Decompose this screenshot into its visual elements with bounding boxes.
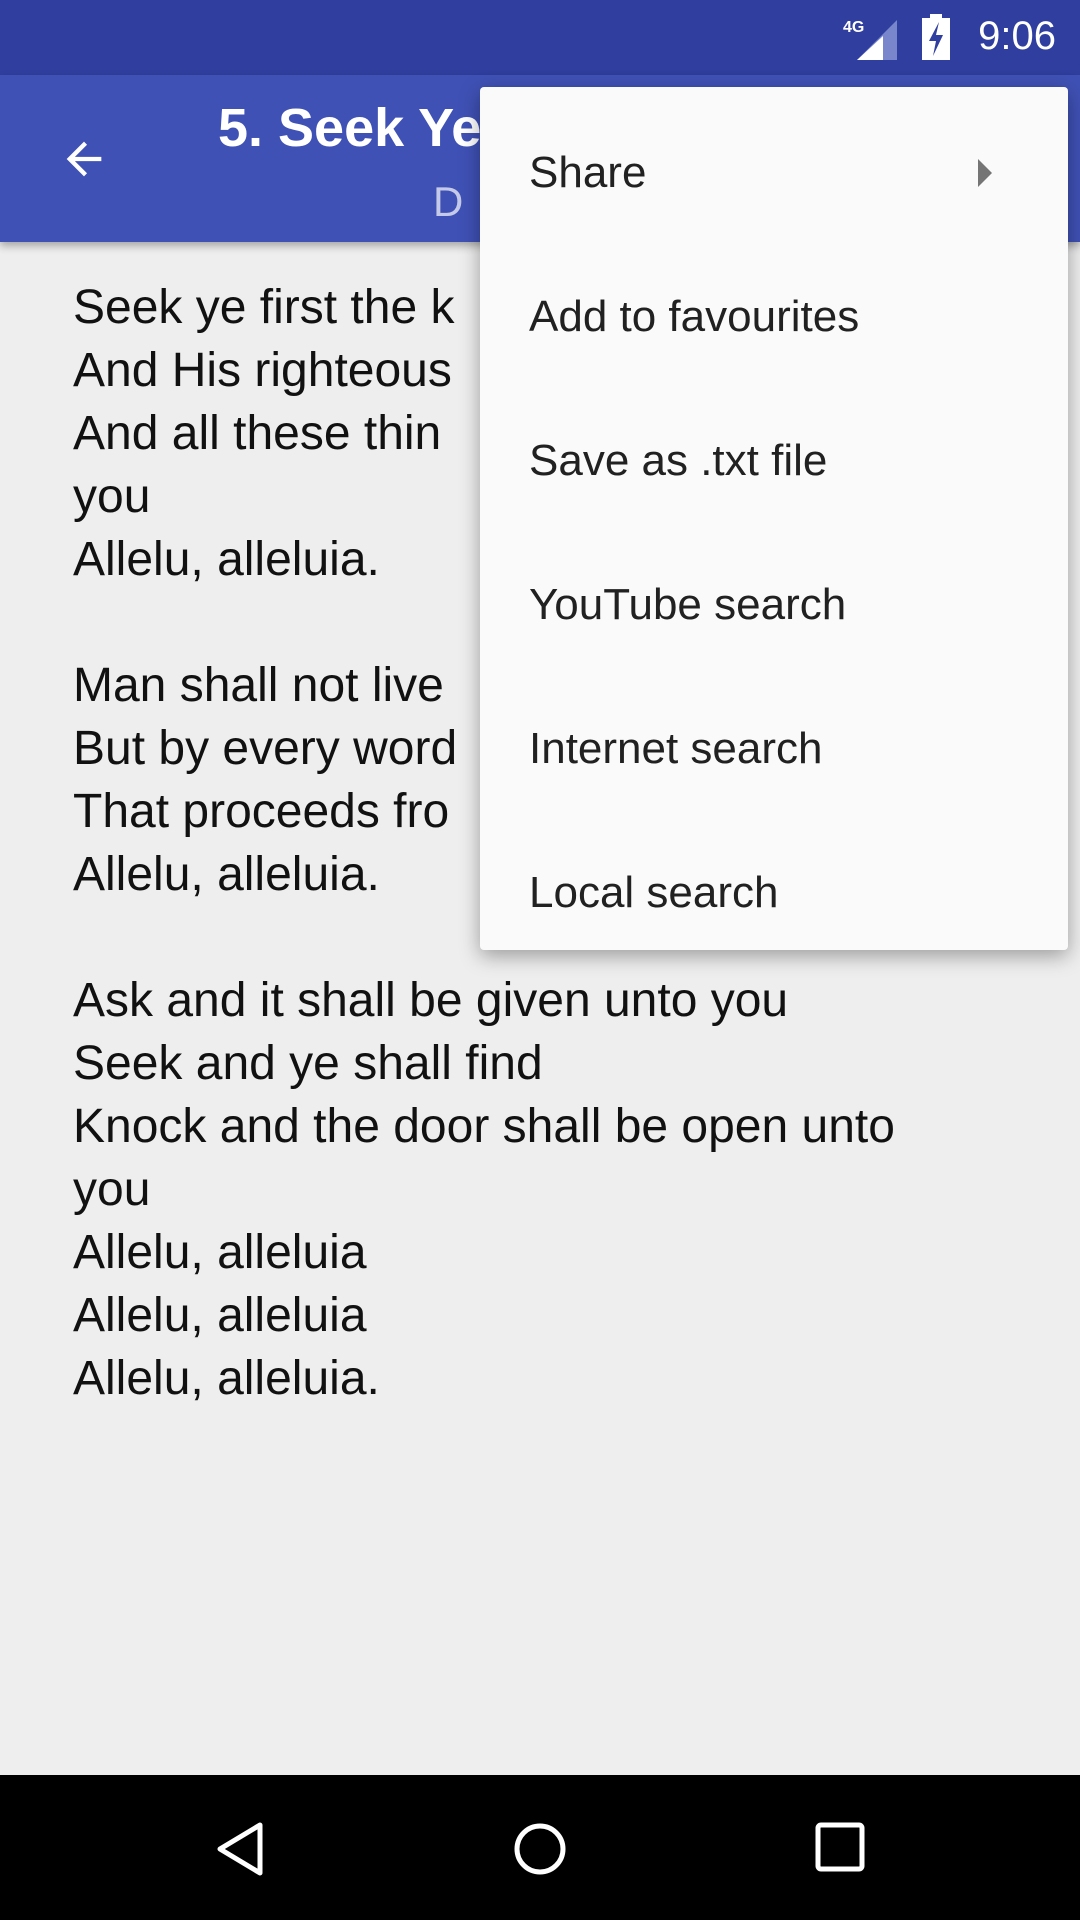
page-title: 5. Seek Ye xyxy=(218,98,482,158)
lyric-line: Knock and the door shall be open unto xyxy=(73,1100,895,1153)
lyric-line: Seek and ye shall find xyxy=(73,1037,543,1090)
lyric-line: Allelu, alleluia xyxy=(73,1289,367,1342)
menu-item-add-to-favourites[interactable]: Add to favourites xyxy=(480,245,1068,389)
overflow-menu: Share Add to favourites Save as .txt fil… xyxy=(480,87,1068,950)
page-subtitle: D xyxy=(433,178,464,225)
signal-4g-icon: 4G xyxy=(843,19,897,60)
battery-charging-icon xyxy=(922,14,950,60)
lyric-line: Allelu, alleluia xyxy=(73,1226,367,1279)
menu-item-label: YouTube search xyxy=(529,580,847,629)
menu-item-save-txt[interactable]: Save as .txt file xyxy=(480,389,1068,533)
back-arrow-icon[interactable] xyxy=(58,133,110,185)
menu-item-label: Add to favourites xyxy=(529,292,860,341)
menu-item-label: Share xyxy=(529,148,647,197)
menu-item-label: Save as .txt file xyxy=(529,436,828,485)
menu-item-label: Local search xyxy=(529,868,779,917)
clock: 9:06 xyxy=(978,14,1056,58)
status-bar: 4G 9:06 xyxy=(0,0,1080,75)
home-circle-icon[interactable] xyxy=(512,1821,568,1877)
lyric-line: Allelu, alleluia. xyxy=(73,1352,380,1405)
menu-item-local-search[interactable]: Local search xyxy=(480,821,1068,965)
navigation-bar xyxy=(0,1775,1080,1920)
menu-item-label: Internet search xyxy=(529,724,823,773)
menu-item-youtube-search[interactable]: YouTube search xyxy=(480,533,1068,677)
submenu-arrow-icon xyxy=(978,159,992,187)
back-triangle-icon[interactable] xyxy=(212,1821,268,1877)
lyric-line: Ask and it shall be given unto you xyxy=(73,974,789,1027)
menu-item-share[interactable]: Share xyxy=(480,101,1068,245)
recents-square-icon[interactable] xyxy=(814,1821,866,1873)
lyric-line: you xyxy=(73,1163,151,1216)
menu-item-internet-search[interactable]: Internet search xyxy=(480,677,1068,821)
svg-text:4G: 4G xyxy=(843,19,864,36)
